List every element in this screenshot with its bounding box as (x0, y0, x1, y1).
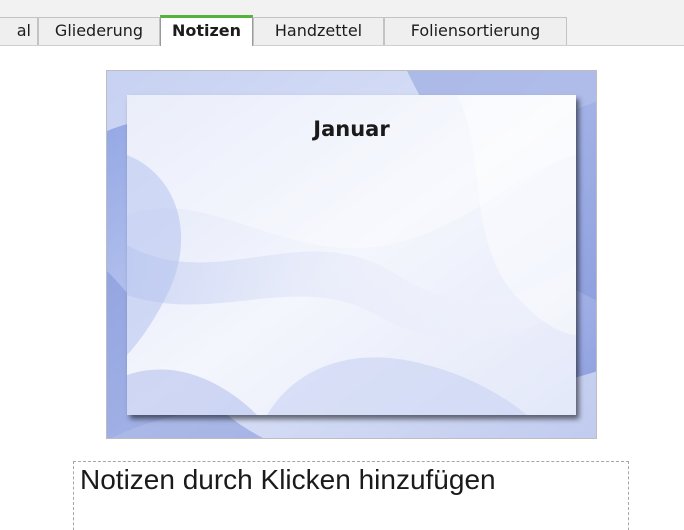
slide-title[interactable]: Januar (127, 117, 576, 141)
tab-handzettel[interactable]: Handzettel (253, 17, 384, 45)
tab-normal[interactable]: al (0, 17, 38, 45)
tab-handzettel-label: Handzettel (274, 21, 363, 40)
tab-normal-label: al (16, 21, 31, 40)
tab-foliensortierung[interactable]: Foliensortierung (384, 17, 567, 45)
slide-preview[interactable]: Januar (106, 70, 597, 439)
tab-notizen-label: Notizen (171, 21, 242, 40)
impress-notes-view: al Gliederung Notizen Handzettel Foliens… (0, 0, 684, 530)
notes-placeholder-box[interactable]: Notizen durch Klicken hinzufügen (73, 461, 629, 530)
tab-gliederung[interactable]: Gliederung (38, 17, 160, 45)
tab-foliensortierung-label: Foliensortierung (410, 21, 541, 40)
slide-inner-background (127, 95, 576, 415)
tab-notizen[interactable]: Notizen (160, 15, 253, 46)
view-tab-bar: al Gliederung Notizen Handzettel Foliens… (0, 0, 684, 46)
slide-content-area: Januar (127, 95, 576, 415)
notes-placeholder-text: Notizen durch Klicken hinzufügen (80, 464, 496, 495)
tab-gliederung-label: Gliederung (54, 21, 144, 40)
